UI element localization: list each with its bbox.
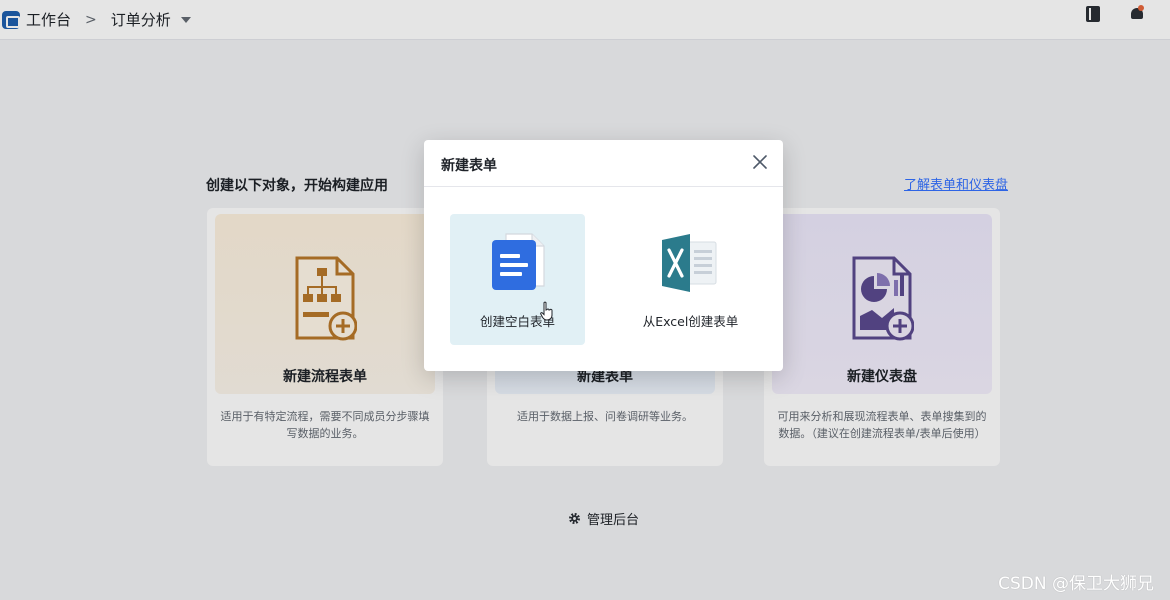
create-blank-form-option[interactable]: 创建空白表单: [450, 214, 585, 345]
option-label: 从Excel创建表单: [642, 314, 739, 329]
excel-icon: [662, 234, 717, 292]
dialog-header: 新建表单: [424, 140, 783, 187]
option-label: 创建空白表单: [479, 314, 555, 329]
blank-doc-icon: [492, 233, 545, 290]
create-from-excel-option[interactable]: 从Excel创建表单: [623, 214, 758, 345]
hand-cursor-icon: [540, 301, 553, 321]
watermark: CSDN @保卫大狮兄: [998, 574, 1154, 594]
close-icon[interactable]: [751, 153, 769, 171]
new-form-dialog: 新建表单 创建空白表单 从Excel创建表单: [424, 140, 783, 371]
dialog-title: 新建表单: [441, 158, 497, 174]
